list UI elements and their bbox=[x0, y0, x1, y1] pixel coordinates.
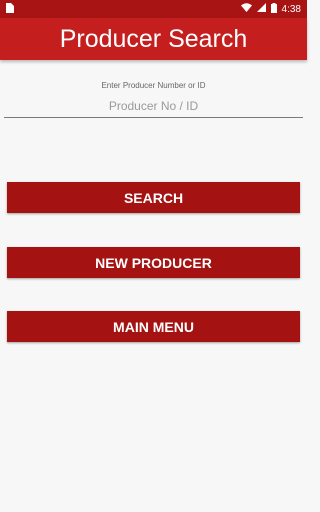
status-bar: 4:38 bbox=[0, 0, 307, 18]
producer-search-input[interactable] bbox=[4, 95, 303, 118]
wifi-icon bbox=[240, 3, 252, 15]
main-menu-button[interactable]: MAIN MENU bbox=[7, 311, 300, 342]
status-icons: 4:38 bbox=[240, 2, 301, 16]
status-time: 4:38 bbox=[281, 3, 301, 15]
battery-icon bbox=[270, 2, 277, 16]
page-title: Producer Search bbox=[59, 24, 248, 53]
new-producer-button[interactable]: NEW PRODUCER bbox=[7, 247, 300, 278]
signal-icon bbox=[256, 3, 266, 15]
search-button[interactable]: SEARCH bbox=[7, 182, 300, 213]
app-bar: Producer Search bbox=[0, 18, 307, 60]
producer-field-label: Enter Producer Number or ID bbox=[101, 81, 206, 90]
sim-card-icon bbox=[6, 2, 14, 16]
